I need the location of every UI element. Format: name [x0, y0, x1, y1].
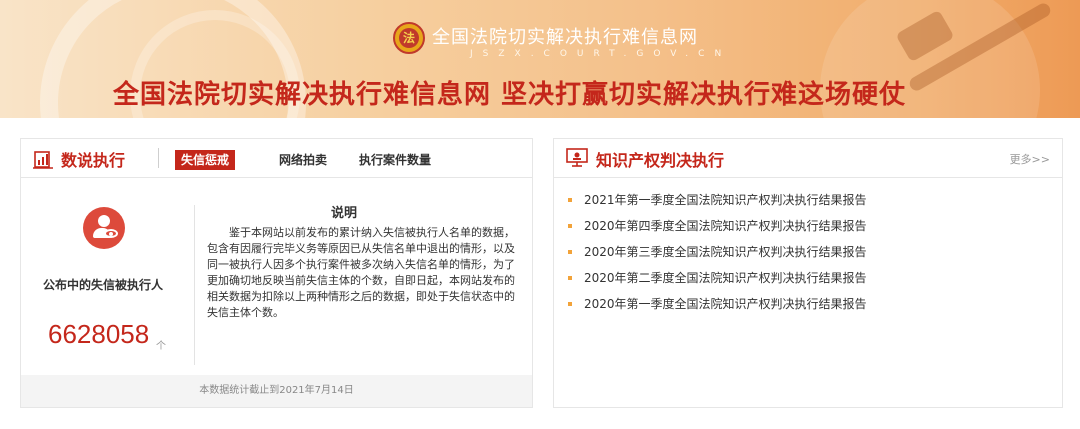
list-item[interactable]: 2020年第一季度全国法院知识产权判决执行结果报告	[568, 291, 867, 317]
bullet-icon	[568, 198, 572, 202]
count-unit: 个	[156, 341, 166, 352]
dishonest-person-icon	[83, 207, 125, 249]
list-item-label: 2020年第四季度全国法院知识产权判决执行结果报告	[584, 219, 867, 233]
report-list: 2021年第一季度全国法院知识产权判决执行结果报告 2020年第四季度全国法院知…	[568, 187, 867, 317]
divider	[158, 148, 159, 168]
list-item[interactable]: 2021年第一季度全国法院知识产权判决执行结果报告	[568, 187, 867, 213]
emblem-glyph: 法	[399, 28, 419, 48]
ip-judgment-panel: 知识产权判决执行 更多>> 2021年第一季度全国法院知识产权判决执行结果报告 …	[553, 138, 1063, 408]
list-item-label: 2020年第二季度全国法院知识产权判决执行结果报告	[584, 271, 867, 285]
list-item[interactable]: 2020年第四季度全国法院知识产权判决执行结果报告	[568, 213, 867, 239]
court-emblem-icon[interactable]: 法	[393, 22, 425, 54]
bullet-icon	[568, 224, 572, 228]
building-chart-icon	[33, 151, 53, 169]
panel-title: 知识产权判决执行	[596, 151, 725, 170]
site-domain: JSZX.COURT.GOV.CN	[470, 49, 732, 59]
bullet-icon	[568, 250, 572, 254]
panel-header: 知识产权判决执行 更多>>	[554, 139, 1062, 178]
count-value: 6628058	[48, 319, 150, 349]
panel-header: 数说执行 失信惩戒 网络拍卖 执行案件数量	[21, 139, 532, 178]
header-banner: 法 全国法院切实解决执行难信息网 JSZX.COURT.GOV.CN 全国法院切…	[0, 0, 1080, 118]
monitor-icon	[566, 148, 588, 167]
tab-credit-punishment[interactable]: 失信惩戒	[175, 150, 236, 170]
list-item[interactable]: 2020年第三季度全国法院知识产权判决执行结果报告	[568, 239, 867, 265]
more-link[interactable]: 更多>>	[1010, 151, 1050, 167]
note-body: 鉴于本网站以前发布的累计纳入失信被执行人名单的数据，包含有因履行完毕义务等原因已…	[207, 226, 515, 319]
list-item[interactable]: 2020年第二季度全国法院知识产权判决执行结果报告	[568, 265, 867, 291]
list-item-label: 2020年第一季度全国法院知识产权判决执行结果报告	[584, 297, 867, 311]
note-title: 说明	[331, 206, 358, 221]
tab-case-count[interactable]: 执行案件数量	[353, 150, 437, 170]
site-name[interactable]: 全国法院切实解决执行难信息网	[432, 23, 698, 49]
bullet-icon	[568, 302, 572, 306]
panel-title: 数说执行	[61, 151, 126, 170]
stat-date-footer: 本数据统计截止到2021年7月14日	[21, 375, 532, 407]
list-item-label: 2021年第一季度全国法院知识产权判决执行结果报告	[584, 193, 867, 207]
bullet-icon	[568, 276, 572, 280]
banner-slogan: 全国法院切实解决执行难信息网 坚决打赢切实解决执行难这场硬仗	[113, 80, 907, 110]
divider	[194, 205, 195, 365]
data-execution-panel: 数说执行 失信惩戒 网络拍卖 执行案件数量 公布中的失信被执行人 6628058…	[20, 138, 533, 408]
list-item-label: 2020年第三季度全国法院知识产权判决执行结果报告	[584, 245, 867, 259]
count-label: 公布中的失信被执行人	[43, 278, 164, 292]
tab-online-auction[interactable]: 网络拍卖	[273, 150, 333, 170]
